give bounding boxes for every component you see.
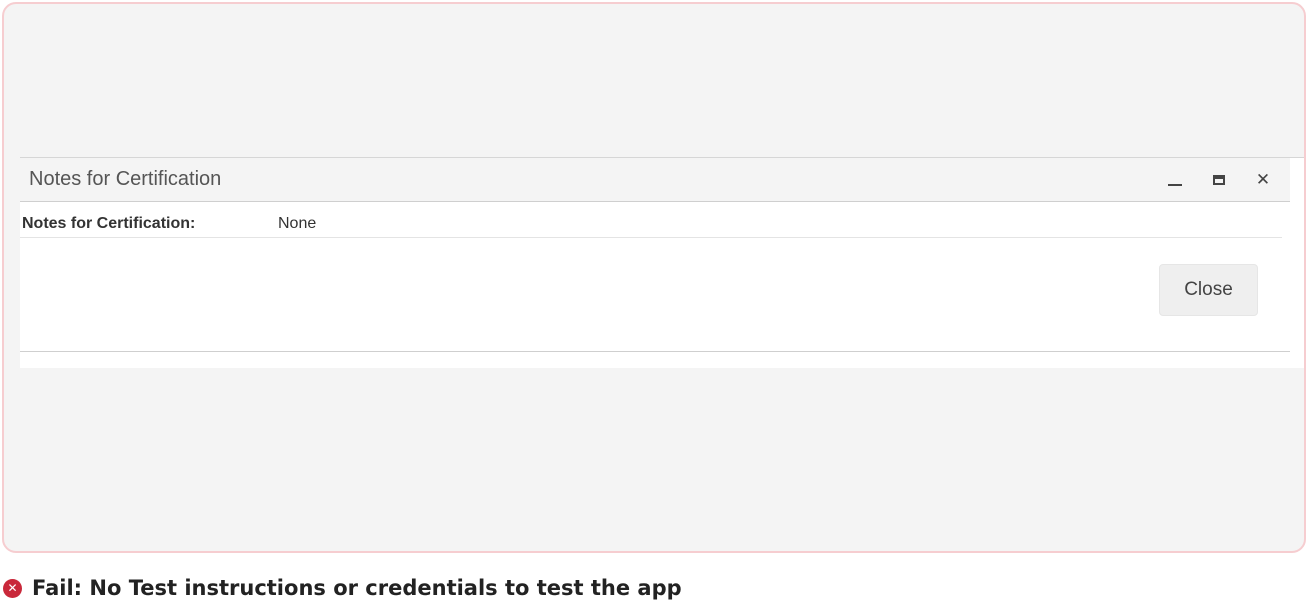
dialog-titlebar[interactable]: Notes for Certification ✕	[20, 158, 1290, 202]
close-window-button[interactable]: ✕	[1252, 169, 1274, 191]
minimize-button[interactable]	[1164, 169, 1186, 191]
maximize-button[interactable]	[1208, 169, 1230, 191]
fail-icon: ✕	[3, 578, 22, 598]
notes-row: Notes for Certification: None	[20, 203, 1282, 238]
notes-label: Notes for Certification:	[22, 215, 196, 232]
status-text: Fail: No Test instructions or credential…	[32, 576, 682, 600]
status-message: ✕ Fail: No Test instructions or credenti…	[3, 576, 682, 600]
notes-dialog: Notes for Certification ✕ Notes for Cert…	[20, 157, 1304, 368]
notes-value: None	[278, 215, 317, 232]
app-frame: Notes for Certification ✕ Notes for Cert…	[2, 2, 1306, 553]
maximize-icon	[1213, 175, 1225, 185]
dialog-title: Notes for Certification	[29, 168, 222, 190]
close-icon: ✕	[1255, 170, 1271, 190]
dialog-footer-divider	[20, 351, 1290, 352]
close-button[interactable]: Close	[1159, 264, 1258, 316]
minimize-icon	[1168, 184, 1182, 186]
